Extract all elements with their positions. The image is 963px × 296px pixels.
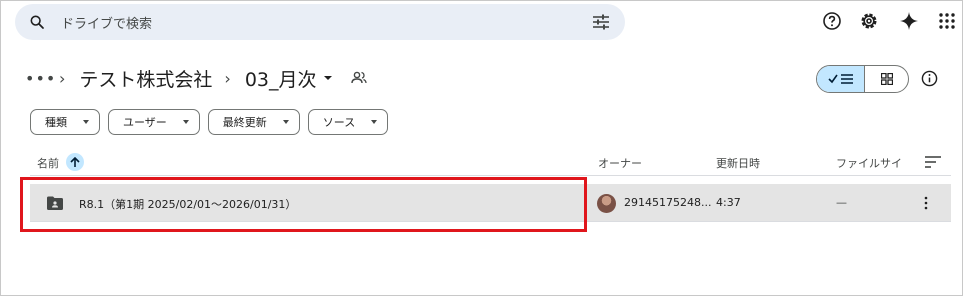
apps-grid-icon[interactable] bbox=[937, 11, 957, 31]
avatar bbox=[597, 194, 616, 213]
dropdown-arrow-icon bbox=[182, 120, 189, 124]
chip-label: 最終更新 bbox=[222, 116, 267, 129]
settings-icon[interactable] bbox=[859, 11, 879, 31]
more-actions-icon[interactable] bbox=[923, 196, 929, 210]
dropdown-arrow-icon bbox=[371, 120, 378, 124]
column-modified[interactable]: 更新日時 bbox=[716, 155, 760, 171]
chip-label: 種類 bbox=[45, 116, 67, 129]
file-modified: 4:37 bbox=[716, 196, 741, 209]
chip-label: ユーザー bbox=[123, 116, 167, 129]
search-input[interactable]: ドライブで検索 bbox=[61, 13, 152, 32]
filter-user-chip[interactable]: ユーザー bbox=[108, 109, 200, 135]
help-icon[interactable] bbox=[822, 11, 842, 31]
search-options-icon[interactable] bbox=[592, 14, 610, 30]
filter-source-chip[interactable]: ソース bbox=[307, 109, 389, 135]
breadcrumb-separator: › bbox=[224, 68, 231, 88]
search-bar[interactable]: ドライブで検索 bbox=[15, 4, 625, 40]
header-divider bbox=[30, 175, 951, 176]
column-name[interactable]: 名前 bbox=[37, 155, 59, 171]
arrow-up-icon bbox=[70, 156, 80, 167]
column-size[interactable]: ファイルサイ bbox=[836, 155, 902, 171]
search-icon[interactable] bbox=[29, 14, 45, 30]
shared-folder-icon bbox=[47, 196, 63, 210]
grid-view-button[interactable] bbox=[865, 66, 908, 92]
breadcrumb: ••• › テスト株式会社 › 03_月次 bbox=[25, 63, 367, 93]
breadcrumb-separator: › bbox=[59, 68, 66, 88]
check-list-icon bbox=[827, 74, 853, 84]
sort-options-icon[interactable] bbox=[925, 156, 941, 168]
breadcrumb-more-button[interactable]: ••• bbox=[25, 69, 55, 88]
dropdown-arrow-icon bbox=[282, 120, 289, 124]
gemini-sparkle-icon[interactable] bbox=[899, 11, 919, 31]
file-name[interactable]: R8.1（第1期 2025/02/01～2026/01/31） bbox=[79, 196, 296, 212]
breadcrumb-current-label: 03_月次 bbox=[244, 68, 317, 91]
chip-label: ソース bbox=[322, 116, 356, 129]
filter-modified-chip[interactable]: 最終更新 bbox=[207, 109, 300, 135]
info-icon[interactable] bbox=[921, 70, 938, 87]
file-size: — bbox=[836, 196, 847, 209]
shared-folder-icon[interactable] bbox=[350, 70, 367, 86]
list-view-button[interactable] bbox=[817, 66, 865, 92]
sort-ascending-button[interactable] bbox=[66, 153, 84, 171]
filter-type-chip[interactable]: 種類 bbox=[30, 109, 100, 135]
table-row[interactable]: R8.1（第1期 2025/02/01～2026/01/31） 29145175… bbox=[30, 184, 951, 222]
column-owner[interactable]: オーナー bbox=[598, 155, 642, 171]
breadcrumb-current-folder[interactable]: 03_月次 bbox=[245, 65, 333, 92]
dropdown-arrow-icon bbox=[83, 120, 89, 124]
drive-window: ドライブで検索 ••• › テスト株式会社 › 03_月次 種類 ユーザー 最終… bbox=[0, 0, 963, 296]
file-owner: 29145175248... bbox=[624, 196, 712, 209]
file-list-header: 名前 オーナー 更新日時 ファイルサイ bbox=[1, 153, 963, 173]
view-toggle bbox=[816, 65, 909, 93]
grid-icon bbox=[880, 73, 893, 85]
caret-down-icon bbox=[323, 76, 332, 80]
breadcrumb-parent[interactable]: テスト株式会社 bbox=[79, 65, 212, 92]
filter-chips: 種類 ユーザー 最終更新 ソース bbox=[30, 109, 389, 135]
